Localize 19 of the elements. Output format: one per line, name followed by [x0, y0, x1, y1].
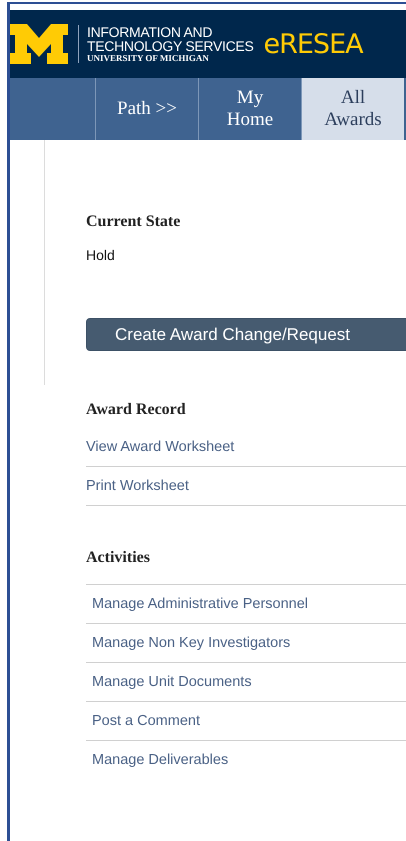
university-name: UNIVERSITY OF MICHIGAN [87, 52, 210, 64]
menu-link[interactable]: Manage Deliverables [92, 752, 228, 768]
nav-tab[interactable]: Path >> [96, 78, 199, 140]
menu-link[interactable]: Manage Non Key Investigators [92, 635, 290, 651]
menu-link[interactable]: Post a Comment [92, 713, 200, 729]
menu-link[interactable]: Manage Administrative Personnel [92, 596, 308, 612]
section-heading: Award Record [86, 400, 187, 420]
state-value: Hold [86, 247, 116, 263]
menu-link[interactable]: View Award Worksheet [86, 439, 234, 455]
section-heading: Activities [86, 548, 151, 568]
section-heading: Current State [86, 212, 182, 232]
nav-tab[interactable]: All Awards [302, 78, 404, 140]
org-name: TECHNOLOGY SERVICES [87, 38, 254, 52]
org-name: INFORMATION AND [87, 24, 214, 38]
menu-link[interactable]: Manage Unit Documents [92, 674, 252, 690]
menu-link[interactable]: Print Worksheet [86, 478, 189, 494]
product-name: eRESEA [264, 28, 363, 60]
block-m-logo [10, 24, 68, 64]
create-change-request-button[interactable]: Create Award Change/Request [86, 318, 406, 351]
